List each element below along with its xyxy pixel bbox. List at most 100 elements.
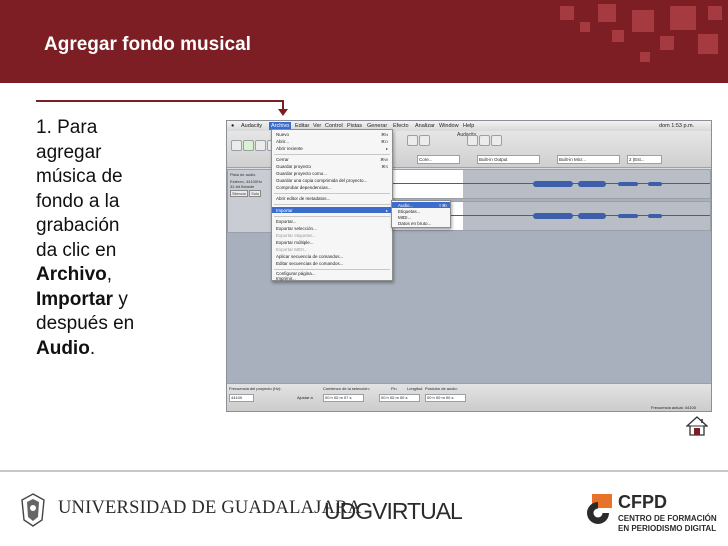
instruction-step-importar: Importar: [36, 288, 114, 310]
menu-item-guardar-copia[interactable]: Guardar una copia comprimida del proyect…: [276, 178, 367, 183]
import-submenu: Audio... ⇧⌘I Etiquetas... MIDI... Datos …: [391, 200, 451, 228]
instruction-line: fondo a la: [36, 190, 120, 212]
shortcut-label: ⌘O: [380, 139, 388, 144]
menu-item-editar-secuencias[interactable]: Editar secuencias de comandos...: [276, 261, 344, 266]
submenu-item-midi[interactable]: MIDI...: [398, 215, 411, 220]
cfpd-logo-icon: [587, 494, 612, 524]
selection-start-field[interactable]: 00 h 00 m 07 s: [323, 394, 364, 402]
paste-button[interactable]: [491, 135, 502, 146]
host-select[interactable]: Core...: [417, 155, 460, 164]
menubar-clock: dom 1:53 p.m.: [659, 123, 695, 129]
waveform-peak: [648, 214, 662, 218]
instruction-sep: ,: [106, 264, 113, 285]
menu-separator: [274, 216, 390, 217]
audacity-screenshot: ● Audacity Archivo Editar Ver Control Pi…: [226, 120, 712, 412]
shortcut-label: ⇧⌘I: [438, 203, 447, 208]
menu-window[interactable]: Window: [439, 123, 459, 129]
input-device-select[interactable]: Built-in Micr...: [557, 155, 620, 164]
slide: Agregar fondo musical 1. Para agregar mú…: [0, 0, 728, 546]
audio-position-label: Posición de audio:: [425, 386, 458, 391]
mute-button[interactable]: Silencio: [230, 190, 249, 197]
menu-item-exportar-midi[interactable]: Exportar MIDI...: [276, 247, 308, 252]
arrow-down-icon: [278, 109, 288, 116]
instruction-line: grabación: [36, 215, 120, 236]
menu-item-exportar[interactable]: Exportar...: [276, 219, 297, 224]
pause-button[interactable]: [231, 140, 242, 151]
udgvirtual-logo-text: UDGVIRTUAL: [324, 498, 463, 524]
submenu-item-audio[interactable]: Audio...: [398, 203, 413, 208]
menu-item-guardar-como[interactable]: Guardar proyecto como...: [276, 171, 327, 176]
cfpd-logo-title: CFPD: [618, 492, 667, 512]
waveform-peak: [618, 214, 638, 218]
menu-item-metadatos[interactable]: Abrir editor de metadatos...: [276, 196, 330, 201]
zoom-in-button[interactable]: [407, 135, 418, 146]
shortcut-label: ⌘W: [380, 157, 388, 162]
submenu-item-datos-bruto[interactable]: Datos en bruto...: [398, 221, 431, 226]
instruction-line: agregar: [36, 141, 102, 163]
menu-efecto[interactable]: Efecto: [393, 123, 409, 129]
menu-separator: [274, 193, 390, 194]
instruction-sep: .: [89, 337, 96, 359]
length-radio[interactable]: Longitud: [407, 386, 422, 391]
instruction-sep: y: [113, 288, 128, 310]
udg-seal-icon: [21, 493, 45, 527]
menu-item-abrir[interactable]: Abrir...: [276, 139, 289, 144]
stop-button[interactable]: [255, 140, 266, 151]
cfpd-logo-subtitle: CENTRO DE FORMACIÓN: [618, 514, 717, 523]
menu-item-nuevo[interactable]: Nuevo: [276, 132, 289, 137]
track-control-panel[interactable]: Pista de audio Estéreo, 44100Hz 32-bit f…: [227, 169, 277, 233]
menu-item-exportar-etiquetas[interactable]: Exportar etiquetas...: [276, 233, 316, 238]
project-rate-label: Frecuencia del proyecto (Hz):: [229, 386, 282, 391]
menu-audacity[interactable]: Audacity: [241, 123, 262, 129]
submenu-item-etiquetas[interactable]: Etiquetas...: [398, 209, 421, 214]
menu-item-aplicar-secuencia[interactable]: Aplicar secuencia de comandos...: [276, 254, 343, 259]
submenu-arrow-icon: ▸: [385, 146, 388, 151]
menu-analizar[interactable]: Analizar: [415, 123, 435, 129]
waveform-peak: [578, 213, 606, 219]
end-radio[interactable]: Fin: [391, 386, 397, 391]
audio-position-field[interactable]: 00 h 00 m 00 s: [425, 394, 466, 402]
selection-end-field[interactable]: 00 h 00 m 00 s: [379, 394, 420, 402]
file-menu: Nuevo ⌘N Abrir... ⌘O Abrir reciente ▸ Cerra…: [271, 129, 393, 281]
status-text: Frecuencia actual: 44100: [651, 405, 696, 410]
instruction-step-audio: Audio: [36, 337, 90, 359]
menu-item-abrir-reciente[interactable]: Abrir reciente: [276, 146, 303, 151]
waveform-peak: [618, 182, 638, 186]
menu-item-imprimir[interactable]: Imprimir...: [276, 276, 296, 281]
footer-divider: [0, 470, 728, 472]
zoom-out-button[interactable]: [419, 135, 430, 146]
instruction-line: da clic en: [36, 239, 117, 261]
apple-icon: ●: [231, 123, 235, 129]
menu-separator: [274, 154, 390, 155]
submenu-arrow-icon: ▸: [385, 208, 388, 213]
menu-item-exportar-seleccion[interactable]: Exportar selección...: [276, 226, 317, 231]
cut-button[interactable]: [467, 135, 478, 146]
menu-item-dependencias[interactable]: Comprobar dependencias...: [276, 185, 332, 190]
menu-item-exportar-multiple[interactable]: Exportar múltiple...: [276, 240, 314, 245]
menu-help[interactable]: Help: [463, 123, 474, 129]
menu-item-cerrar[interactable]: Cerrar: [276, 157, 289, 162]
menu-item-importar[interactable]: Importar: [276, 208, 293, 213]
accent-line: [36, 100, 284, 102]
project-rate-select[interactable]: 44100: [229, 394, 254, 402]
menu-separator: [274, 204, 390, 205]
snap-checkbox[interactable]: Ajustar a: [297, 395, 313, 400]
track-name[interactable]: Pista de audio: [228, 170, 276, 179]
cfpd-logo-subtitle: EN PERIODISMO DIGITAL: [618, 524, 717, 533]
waveform-peak: [533, 213, 573, 219]
channels-select[interactable]: 2 (Est...: [627, 155, 662, 164]
selection-start-label: Comienzo de la selección:: [323, 386, 370, 391]
play-button[interactable]: [243, 140, 254, 151]
home-icon[interactable]: [686, 416, 708, 436]
udg-logo-text: UNIVERSIDAD DE GUADALAJARA: [58, 498, 362, 518]
waveform-peak: [578, 181, 606, 187]
instruction-line: música de: [36, 166, 123, 187]
shortcut-label: ⌘S: [381, 164, 388, 169]
solo-button[interactable]: Solo: [249, 190, 262, 197]
output-device-select[interactable]: Built-in Output: [477, 155, 540, 164]
menu-item-guardar[interactable]: Guardar proyecto: [276, 164, 311, 169]
instruction-line: después en: [36, 313, 135, 334]
header-banner: Agregar fondo musical: [0, 0, 728, 83]
copy-button[interactable]: [479, 135, 490, 146]
page-title: Agregar fondo musical: [44, 34, 251, 55]
